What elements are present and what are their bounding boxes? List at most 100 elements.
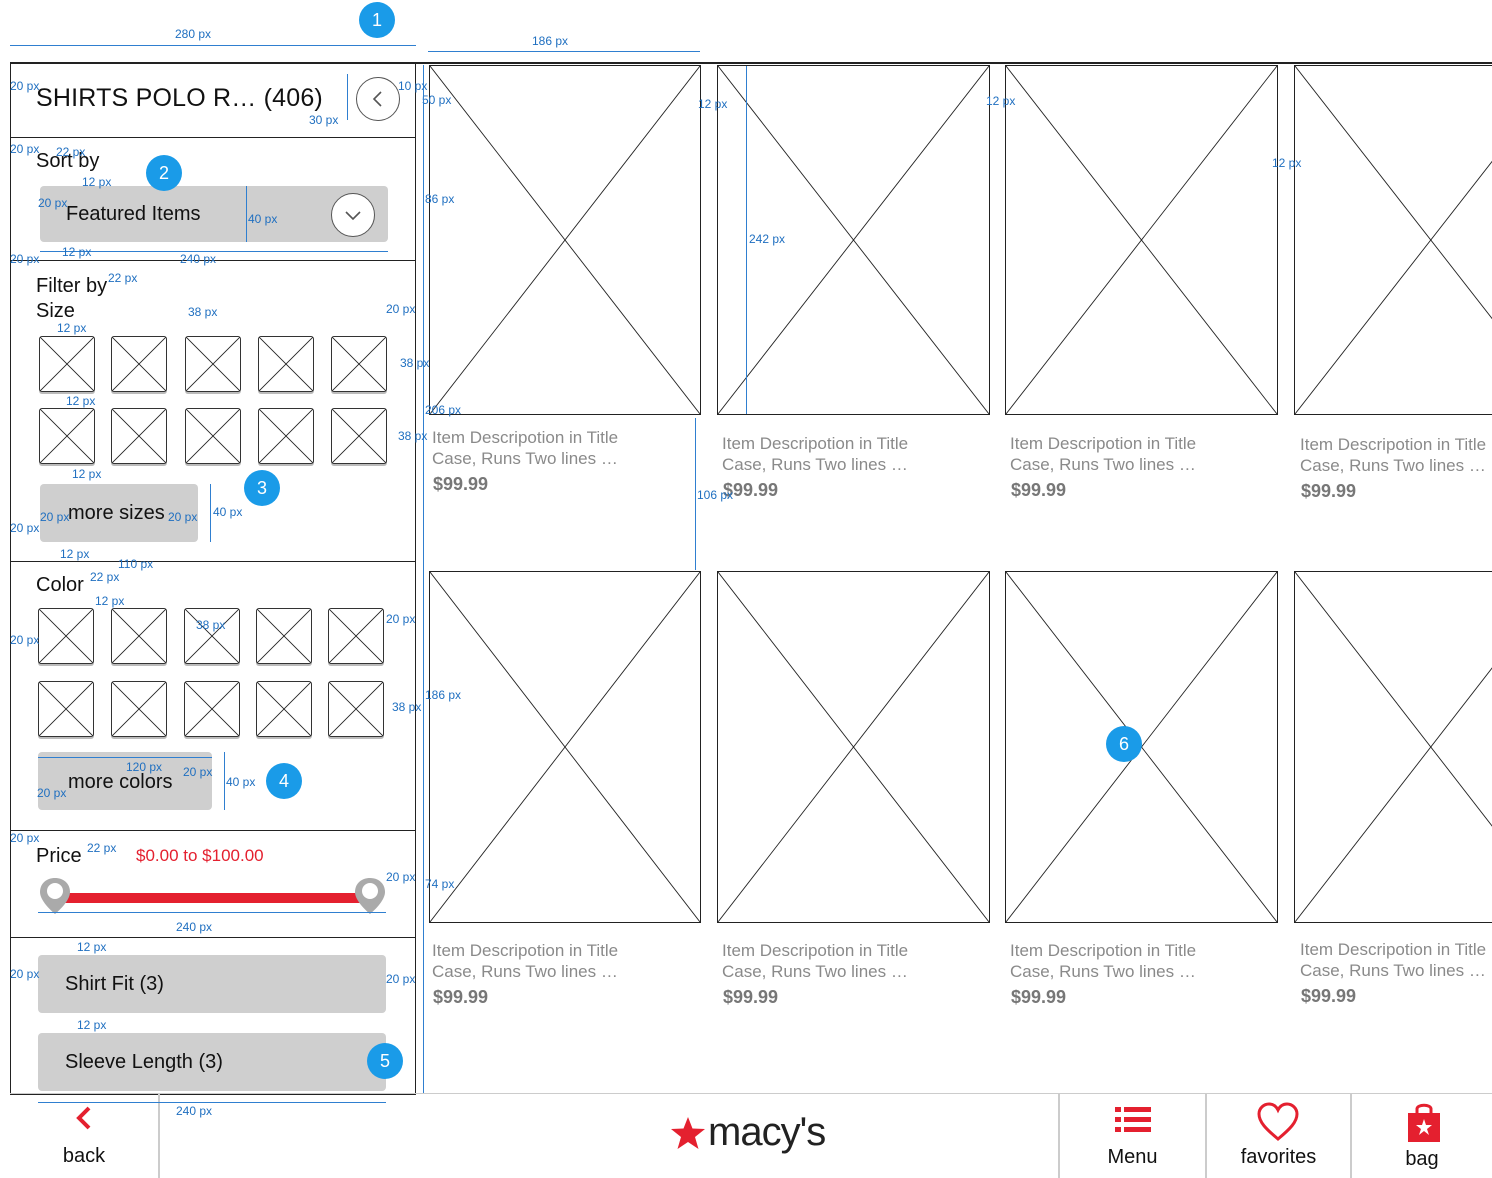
color-swatch[interactable]: [256, 681, 312, 737]
product-price: $99.99: [1011, 480, 1067, 500]
dimension-label: 40 px: [213, 505, 243, 519]
menu-nav[interactable]: Menu: [1060, 1093, 1205, 1178]
logo-wordmark: macy's: [708, 1110, 826, 1154]
product-description-line2[interactable]: Case, Runs Two lines …: [1010, 454, 1196, 475]
dimension-label: 12 px: [77, 1018, 107, 1032]
collapse-sidebar-button[interactable]: [356, 77, 400, 121]
product-description-line1[interactable]: Item Descripotion in Title: [432, 427, 618, 448]
product-image[interactable]: [429, 571, 701, 923]
sort-dropdown[interactable]: Featured Items: [40, 186, 388, 242]
dimension-label: 50 px: [422, 93, 452, 107]
product-image[interactable]: [1294, 65, 1492, 415]
color-swatch[interactable]: [111, 681, 167, 737]
dimension-label: 20 px: [40, 510, 70, 524]
price-slider-track[interactable]: [54, 893, 370, 903]
dimension-line: [246, 186, 247, 242]
price-max-handle[interactable]: [353, 876, 387, 916]
sort-selected-value: Featured Items: [66, 203, 201, 225]
dimension-label: 12 px: [77, 940, 107, 954]
menu-label: Menu: [1107, 1146, 1158, 1168]
product-image[interactable]: [717, 571, 990, 923]
product-description-line1[interactable]: Item Descripotion in Title: [722, 940, 908, 961]
size-swatch[interactable]: [111, 408, 167, 464]
dimension-line: [10, 45, 416, 46]
map-pin-icon: [355, 878, 385, 914]
back-nav[interactable]: back: [10, 1093, 158, 1178]
color-swatch[interactable]: [256, 608, 312, 664]
price-min-handle[interactable]: [38, 876, 72, 916]
product-description-line2[interactable]: Case, Runs Two lines …: [1300, 960, 1486, 981]
more-sizes-label: more sizes: [68, 502, 165, 524]
bag-nav[interactable]: bag: [1352, 1093, 1492, 1178]
product-image[interactable]: [429, 65, 701, 415]
dimension-label: 186 px: [425, 688, 462, 702]
product-description-line1[interactable]: Item Descripotion in Title: [1300, 434, 1486, 455]
product-description-line1[interactable]: Item Descripotion in Title: [1300, 939, 1486, 960]
product-description-line2[interactable]: Case, Runs Two lines …: [1300, 455, 1486, 476]
color-swatch[interactable]: [328, 608, 384, 664]
dimension-label: 240 px: [176, 920, 213, 934]
product-price: $99.99: [1011, 987, 1067, 1007]
dimension-label: 12 px: [698, 97, 728, 111]
product-description-line2[interactable]: Case, Runs Two lines …: [432, 961, 618, 982]
size-swatch[interactable]: [111, 336, 167, 392]
shopping-bag-icon: [1408, 1103, 1440, 1142]
dimension-label: 12 px: [82, 175, 112, 189]
product-description-line2[interactable]: Case, Runs Two lines …: [1010, 961, 1196, 982]
divider: [10, 830, 416, 831]
dimension-label: 206 px: [425, 403, 462, 417]
size-swatch[interactable]: [258, 336, 314, 392]
bag-label: bag: [1405, 1148, 1439, 1170]
dimension-label: 12 px: [72, 467, 102, 481]
color-swatch[interactable]: [184, 608, 240, 664]
dimension-label: 186 px: [532, 34, 569, 48]
filter-label: Filter by: [36, 275, 108, 297]
dimension-label: 20 px: [386, 612, 416, 626]
shirt-fit-label: Shirt Fit (3): [65, 973, 164, 995]
dimension-label: 38 px: [400, 356, 430, 370]
dimension-label: 20 px: [386, 972, 416, 986]
annotation-badge: 1: [359, 2, 395, 38]
sleeve-length-label: Sleeve Length (3): [65, 1051, 223, 1073]
color-swatch[interactable]: [328, 681, 384, 737]
dimension-label: 20 px: [386, 302, 416, 316]
favorites-nav[interactable]: favorites: [1207, 1093, 1350, 1178]
size-swatch[interactable]: [39, 336, 95, 392]
product-image[interactable]: [1294, 571, 1492, 923]
color-swatch[interactable]: [184, 681, 240, 737]
dimension-label: 22 px: [108, 271, 138, 285]
product-image[interactable]: [1005, 65, 1278, 415]
shirt-fit-filter[interactable]: Shirt Fit (3): [38, 955, 386, 1013]
dimension-label: 20 px: [10, 252, 40, 266]
product-description-line1[interactable]: Item Descripotion in Title: [1010, 940, 1196, 961]
color-swatch[interactable]: [38, 608, 94, 664]
dimension-label: 20 px: [386, 870, 416, 884]
product-description-line1[interactable]: Item Descripotion in Title: [1010, 433, 1196, 454]
dimension-label: 12 px: [62, 245, 92, 259]
product-description-line2[interactable]: Case, Runs Two lines …: [722, 961, 908, 982]
dimension-line: [38, 757, 212, 758]
sleeve-length-filter[interactable]: Sleeve Length (3): [38, 1033, 386, 1091]
product-description-line2[interactable]: Case, Runs Two lines …: [722, 454, 908, 475]
size-swatch[interactable]: [331, 408, 387, 464]
product-description-line2[interactable]: Case, Runs Two lines …: [432, 448, 618, 469]
size-swatch[interactable]: [39, 408, 95, 464]
size-swatch[interactable]: [258, 408, 314, 464]
color-swatch[interactable]: [38, 681, 94, 737]
dimension-line: [428, 51, 700, 52]
dimension-label: 12 px: [1272, 156, 1302, 170]
product-description-line1[interactable]: Item Descripotion in Title: [432, 940, 618, 961]
more-colors-button[interactable]: more colors: [38, 752, 212, 810]
dimension-line: [423, 65, 424, 1093]
menu-icon: [1115, 1107, 1151, 1132]
product-description-line1[interactable]: Item Descripotion in Title: [722, 433, 908, 454]
dimension-label: 20 px: [10, 831, 40, 845]
color-swatch[interactable]: [111, 608, 167, 664]
dimension-label: 20 px: [168, 510, 198, 524]
macys-logo[interactable]: macy's: [670, 1110, 845, 1160]
size-swatch[interactable]: [185, 408, 241, 464]
size-swatch[interactable]: [331, 336, 387, 392]
dimension-label: 240 px: [180, 252, 217, 266]
product-price: $99.99: [1301, 481, 1357, 501]
size-swatch[interactable]: [185, 336, 241, 392]
